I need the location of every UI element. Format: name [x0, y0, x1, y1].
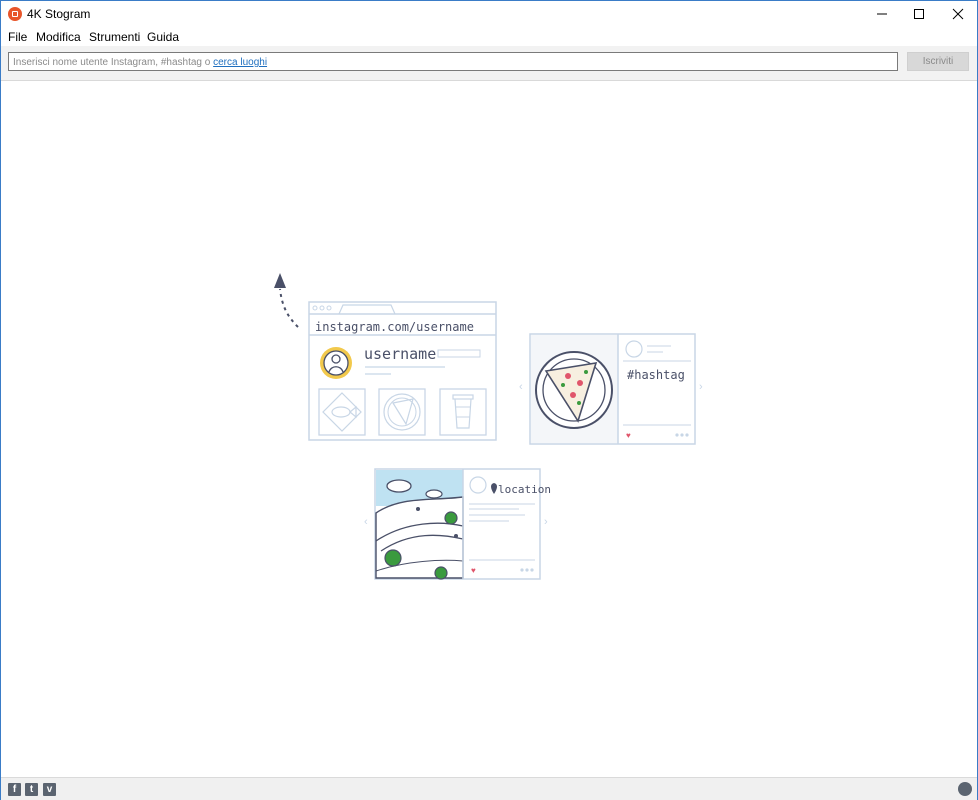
search-input[interactable]: Inserisci nome utente Instagram, #hashta… — [8, 52, 898, 71]
globe-icon[interactable] — [958, 782, 972, 796]
menu-file[interactable]: File — [8, 30, 27, 44]
onboarding-illustration: instagram.com/username username ‹ › #has… — [274, 273, 703, 580]
avatar-icon — [320, 347, 352, 379]
minimize-icon — [877, 13, 887, 15]
prev-arrow-icon: ‹ — [364, 516, 368, 528]
search-placeholder: Inserisci nome utente Instagram, #hashta… — [13, 57, 214, 68]
app-logo-icon — [8, 7, 22, 21]
heart-icon: ♥ — [626, 431, 631, 440]
main-content: instagram.com/username username ‹ › #has… — [1, 81, 977, 776]
menu-bar: File Modifica Strumenti Guida — [1, 27, 977, 46]
twitter-icon[interactable]: t — [25, 783, 38, 796]
menu-strumenti[interactable]: Strumenti — [89, 30, 140, 44]
subscribe-button[interactable]: Iscriviti — [907, 52, 969, 71]
window-title: 4K Stogram — [27, 7, 91, 21]
location-card: ‹ › location ♥ — [364, 468, 551, 580]
location-text: location — [498, 483, 551, 496]
prev-arrow-icon: ‹ — [519, 381, 523, 393]
profile-card: instagram.com/username username — [308, 301, 497, 441]
vimeo-icon[interactable]: v — [43, 783, 56, 796]
close-icon — [952, 8, 964, 20]
username-text: username — [364, 345, 436, 363]
hashtag-card: ‹ › #hashtag ♥ — [519, 333, 703, 445]
facebook-icon[interactable]: f — [8, 783, 21, 796]
status-bar: f t v — [1, 777, 977, 800]
hashtag-text: #hashtag — [627, 368, 685, 382]
app-window: 4K Stogram File Modifica Strumenti Guida… — [0, 0, 978, 800]
pizza-plate-icon — [535, 351, 613, 429]
heart-icon: ♥ — [471, 566, 476, 575]
next-arrow-icon: › — [699, 381, 703, 393]
url-text: instagram.com/username — [315, 320, 474, 334]
maximize-button[interactable] — [899, 1, 939, 27]
title-bar: 4K Stogram — [1, 1, 977, 27]
maximize-icon — [914, 9, 924, 19]
dashed-arrow-icon — [274, 273, 299, 328]
menu-modifica[interactable]: Modifica — [36, 30, 81, 44]
search-bar: Inserisci nome utente Instagram, #hashta… — [1, 46, 977, 81]
menu-guida[interactable]: Guida — [147, 30, 179, 44]
close-button[interactable] — [938, 1, 978, 27]
minimize-button[interactable] — [862, 1, 902, 27]
search-places-link[interactable]: cerca luoghi — [213, 57, 267, 68]
next-arrow-icon: › — [544, 516, 548, 528]
